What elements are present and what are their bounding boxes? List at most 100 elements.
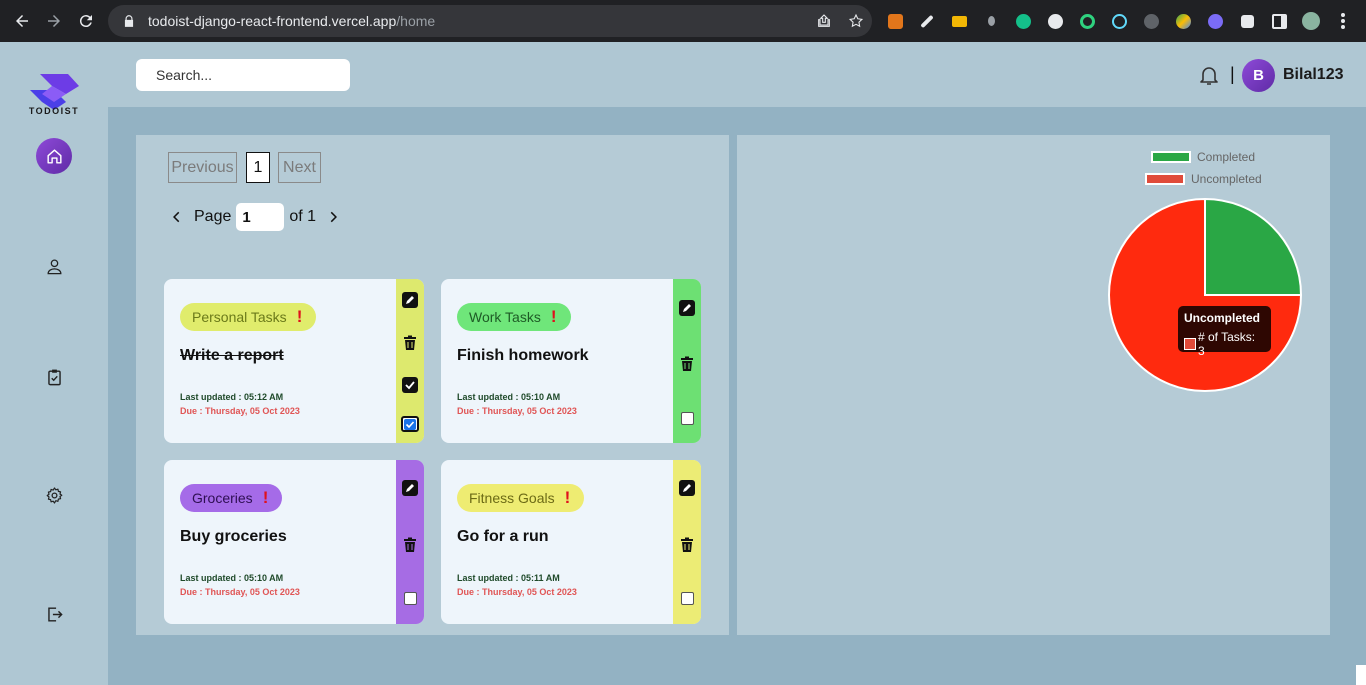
top-header: | B Bilal123: [108, 42, 1366, 107]
task-title: Go for a run: [457, 528, 549, 545]
react-devtools-icon[interactable]: [1108, 10, 1130, 32]
target-extension-icon[interactable]: [1076, 10, 1098, 32]
trash-icon[interactable]: [402, 335, 418, 351]
side-panel-icon[interactable]: [1268, 10, 1290, 32]
home-icon: [46, 148, 62, 164]
task-complete-checkbox[interactable]: [404, 592, 417, 605]
sidebar-item-logout[interactable]: [36, 596, 72, 632]
chevron-left-icon[interactable]: [170, 210, 184, 224]
url-path: /home: [396, 13, 436, 29]
address-bar[interactable]: todoist-django-react-frontend.vercel.app…: [108, 5, 872, 37]
url-host: todoist-django-react-frontend.vercel.app: [148, 13, 397, 29]
chart-tooltip: Uncompleted # of Tasks: 3: [1178, 306, 1271, 358]
user-icon: [47, 259, 61, 274]
tooltip-title: Uncompleted: [1184, 311, 1261, 325]
category-tag: Personal Tasks !: [180, 303, 317, 331]
pie-chart[interactable]: [1107, 197, 1303, 393]
task-updated: Last updated : 05:12 AM: [180, 392, 284, 402]
forward-arrow-icon: [48, 15, 60, 27]
lock-icon: [124, 15, 134, 27]
page-total-label: of 1: [289, 208, 317, 225]
tooltip-label: # of Tasks: 3: [1197, 330, 1256, 358]
eyedropper-extension-icon[interactable]: [916, 10, 938, 32]
task-title: Finish homework: [457, 347, 589, 364]
tasks-panel: Previous 1 Next Page of 1 Personal Tasks…: [136, 135, 729, 635]
profile-avatar-icon[interactable]: [1300, 10, 1322, 32]
sidebar-item-profile[interactable]: [36, 248, 72, 284]
corner-marker: [1356, 665, 1366, 685]
edit-pencil-icon[interactable]: [679, 300, 695, 316]
category-tag: Work Tasks !: [457, 303, 571, 331]
gear-extension-icon[interactable]: [1204, 10, 1226, 32]
task-card[interactable]: Personal Tasks ! Write a report Last upd…: [164, 279, 424, 443]
task-actions-strip: [673, 460, 701, 624]
page-number-button[interactable]: 1: [246, 152, 270, 183]
edit-pencil-icon[interactable]: [402, 292, 418, 308]
category-label: Fitness Goals: [469, 490, 555, 506]
next-page-button[interactable]: Next: [278, 152, 321, 183]
share-icon[interactable]: [816, 13, 832, 29]
task-updated: Last updated : 05:10 AM: [457, 392, 561, 402]
browser-toolbar: todoist-django-react-frontend.vercel.app…: [0, 0, 1366, 42]
header-separator: |: [1230, 64, 1235, 84]
back-arrow-icon: [16, 15, 28, 27]
trash-icon[interactable]: [679, 356, 695, 372]
avatar[interactable]: B: [1242, 59, 1275, 92]
folder-extension-icon[interactable]: [948, 10, 970, 32]
face-extension-icon[interactable]: [1044, 10, 1066, 32]
edit-pencil-icon[interactable]: [679, 480, 695, 496]
page-number-input[interactable]: [236, 203, 285, 231]
task-title: Buy groceries: [180, 528, 287, 545]
task-complete-checkbox[interactable]: [401, 416, 419, 432]
legend-swatch-completed: [1151, 151, 1191, 163]
priority-exclamation-icon: !: [564, 488, 571, 507]
kebab-menu-icon[interactable]: [1332, 10, 1354, 32]
chart-panel: Completed Uncompleted Uncompleted # of T…: [737, 135, 1330, 635]
username[interactable]: Bilal123: [1283, 66, 1343, 84]
legend-label-uncompleted: Uncompleted: [1191, 172, 1262, 186]
bell-notification-icon[interactable]: [1197, 63, 1221, 87]
previous-page-button[interactable]: Previous: [168, 152, 237, 183]
task-card[interactable]: Fitness Goals ! Go for a run Last update…: [441, 460, 701, 624]
color-extension-icon[interactable]: [1172, 10, 1194, 32]
metamask-extension-icon[interactable]: [884, 10, 906, 32]
task-due-date: Due : Thursday, 05 Oct 2023: [457, 406, 577, 416]
page-navigator: Page of 1: [170, 203, 340, 231]
sidebar: TODOIST: [0, 42, 108, 685]
sync-extension-icon[interactable]: [1012, 10, 1034, 32]
legend-item-completed[interactable]: Completed: [1151, 150, 1255, 164]
pie-slice-completed[interactable]: [1204, 197, 1303, 296]
tooltip-swatch: [1184, 338, 1196, 350]
reload-button[interactable]: [70, 5, 102, 37]
sidebar-item-home[interactable]: [36, 138, 72, 174]
task-updated: Last updated : 05:11 AM: [457, 573, 560, 583]
page-label: Page: [194, 208, 232, 225]
priority-exclamation-icon: !: [550, 307, 557, 326]
legend-item-uncompleted[interactable]: Uncompleted: [1145, 172, 1262, 186]
star-bookmark-icon[interactable]: [848, 13, 864, 29]
back-button[interactable]: [6, 5, 38, 37]
task-due-date: Due : Thursday, 05 Oct 2023: [457, 587, 577, 597]
task-due-date: Due : Thursday, 05 Oct 2023: [180, 587, 300, 597]
task-complete-checkbox[interactable]: [681, 412, 694, 425]
task-card[interactable]: Groceries ! Buy groceries Last updated :…: [164, 460, 424, 624]
task-complete-checkbox[interactable]: [681, 592, 694, 605]
sidebar-item-tasks[interactable]: [36, 359, 72, 395]
priority-exclamation-icon: !: [296, 307, 303, 326]
category-tag: Groceries !: [180, 484, 283, 512]
task-due-date: Due : Thursday, 05 Oct 2023: [180, 406, 300, 416]
trash-icon[interactable]: [402, 537, 418, 553]
search-input[interactable]: [136, 59, 350, 91]
trash-icon[interactable]: [679, 537, 695, 553]
category-label: Personal Tasks: [192, 309, 287, 325]
task-card[interactable]: Work Tasks ! Finish homework Last update…: [441, 279, 701, 443]
sidebar-item-settings[interactable]: [36, 477, 72, 513]
chevron-right-icon[interactable]: [326, 210, 340, 224]
bug-extension-icon[interactable]: [1140, 10, 1162, 32]
check-complete-icon[interactable]: [402, 377, 418, 393]
legend-swatch-uncompleted: [1145, 173, 1185, 185]
dot-extension-icon[interactable]: [980, 10, 1002, 32]
forward-button[interactable]: [38, 5, 70, 37]
puzzle-extensions-icon[interactable]: [1236, 10, 1258, 32]
edit-pencil-icon[interactable]: [402, 480, 418, 496]
